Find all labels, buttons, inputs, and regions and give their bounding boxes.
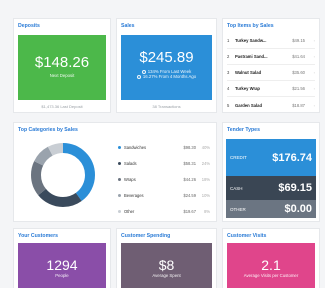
item-name: Turkey Sandw... [235,38,267,43]
item-rank: 2 [227,54,230,59]
customer-spending-amount: $8 [158,257,175,273]
tender-label: CREDIT [230,155,247,160]
tender-types-card[interactable]: Tender Types CREDIT $176.74 CASH $69.15 OT… [223,123,319,221]
category-value: $24.59 [183,192,196,198]
customer-visits-tile: 2.1 Average Visits per Customer [227,243,315,288]
list-item[interactable]: 1 Turkey Sandw... $49.15 › [227,33,315,49]
item-rank: 3 [227,70,230,75]
tender-row-cash[interactable]: CASH $69.15 [226,176,316,200]
top-items-title: Top Items by Sales [227,23,274,29]
sales-title: Sales [121,23,135,29]
top-categories-title: Top Categories by Sales [18,127,78,133]
list-item[interactable]: Salads $58.31 24% [118,155,210,171]
top-items-card[interactable]: Top Items by Sales 1 Turkey Sandw... $49.1… [223,19,319,112]
tender-row-other[interactable]: OTHER $0.00 [226,200,316,218]
chevron-right-icon: › [313,38,315,43]
chevron-right-icon: › [313,86,315,91]
category-pct: 8% [204,208,210,214]
customer-visits-card[interactable]: Customer Visits 2.1 Average Visits per C… [223,229,319,288]
legend-dot [118,145,121,149]
category-pct: 24% [201,160,210,166]
customer-spending-label: Average Spent [152,273,181,278]
category-name: Sandwiches [124,144,147,150]
customer-spending-card[interactable]: Customer Spending $8 Average Spent [117,229,216,288]
chevron-right-icon: › [313,70,315,75]
list-item[interactable]: 2 Pastrami Sand... $41.64 › [227,49,315,65]
legend-dot [118,177,121,181]
item-name: Garden Salad [235,102,262,108]
your-customers-label: People [55,273,69,278]
deposits-amount: $148.26 [34,54,90,71]
your-customers-card[interactable]: Your Customers 1294 People [14,229,110,288]
sales-line-2: 16.27% From 4 Months Ago [121,74,212,79]
customer-spending-title: Customer Spending [121,233,171,239]
your-customers-amount: 1294 [46,257,78,273]
category-pct: 10% [201,192,210,198]
category-value: $98.30 [183,144,196,150]
tender-label: CASH [230,185,243,191]
legend-dot [118,209,121,213]
list-item[interactable]: 4 Turkey Wrap $21.56 › [227,81,315,97]
deposits-tile: $148.26 Next Deposit [18,35,106,100]
list-item[interactable]: Wraps $44.26 18% [118,171,210,187]
item-rank: 4 [227,86,230,91]
tender-amount: $176.74 [272,151,312,164]
tender-amount: $0.00 [284,203,312,215]
deposits-card[interactable]: Deposits $148.26 Next Deposit $1,473.36 … [14,19,110,112]
item-price: $18.87 [292,102,305,108]
up-arrow-icon [136,75,141,79]
tender-types-title: Tender Types [227,127,260,133]
item-name: Turkey Wrap [235,86,260,91]
sales-amount: $245.89 [139,49,194,66]
category-pct: 18% [201,176,210,182]
sales-tile: $245.89 134% From Last Week 16.27% From … [121,35,212,100]
legend-dot [118,161,121,165]
sales-card[interactable]: Sales $245.89 134% From Last Week 16.27%… [117,19,216,112]
tender-label: OTHER [230,206,246,212]
tender-amount: $69.15 [278,182,312,194]
category-pct: 40% [201,144,210,150]
tender-row-credit[interactable]: CREDIT $176.74 [226,139,316,176]
deposits-footer: $1,473.36 Last Deposit [41,104,83,109]
category-name: Other [124,208,135,214]
item-rank: 1 [227,38,230,43]
list-item[interactable]: Sandwiches $98.30 40% [118,139,210,155]
item-name: Pastrami Sand... [235,54,268,59]
customer-visits-label: Average Visits per Customer [243,273,299,278]
your-customers-title: Your Customers [18,233,58,239]
sales-line-2-text: 16.27% From 4 Months Ago [142,74,197,79]
customer-visits-amount: 2.1 [261,257,281,273]
list-item[interactable]: Other $19.67 8% [118,203,210,219]
item-price: $35.60 [292,70,305,75]
item-price: $41.64 [292,54,305,59]
category-name: Wraps [124,176,136,182]
categories-donut-chart [31,143,95,207]
customer-visits-title: Customer Visits [227,233,267,239]
list-item[interactable]: 3 Walnut Salad $35.60 › [227,65,315,81]
chevron-right-icon: › [313,102,315,108]
item-name: Walnut Salad [235,70,262,75]
legend-dot [118,193,121,197]
list-item[interactable]: 5 Garden Salad $18.87 › [227,97,315,113]
item-rank: 5 [227,102,230,108]
list-item[interactable]: Beverages $24.59 10% [118,187,210,203]
item-price: $49.15 [292,38,305,43]
category-name: Salads [124,160,137,166]
your-customers-tile: 1294 People [18,243,106,288]
category-name: Beverages [124,192,144,198]
sales-footer: 38 Transactions [152,104,181,109]
category-value: $58.31 [183,160,196,166]
chevron-right-icon: › [313,54,315,59]
item-price: $21.56 [292,86,305,91]
deposits-label: Next Deposit [49,73,75,78]
customer-spending-tile: $8 Average Spent [121,243,212,288]
deposits-title: Deposits [18,23,40,29]
category-value: $44.26 [183,176,196,182]
category-value: $19.67 [183,208,196,214]
